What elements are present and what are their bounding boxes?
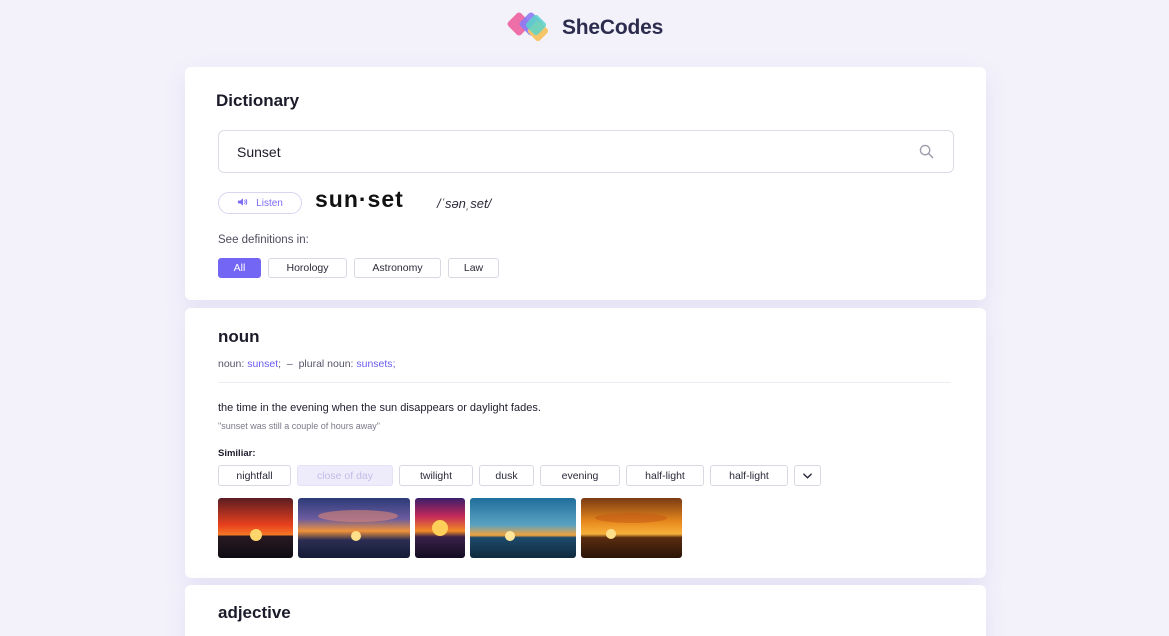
- synonym-chip[interactable]: half-light: [710, 465, 788, 486]
- speaker-icon: [237, 197, 248, 210]
- filter-all[interactable]: All: [218, 258, 261, 278]
- phonetic: /ˈsənˌset/: [437, 196, 492, 211]
- adjective-card: adjective: [185, 585, 986, 636]
- dictionary-card: Dictionary Listen sun·set /ˈsənˌset/ See…: [185, 67, 986, 300]
- divider: [218, 382, 951, 383]
- listen-button[interactable]: Listen: [218, 192, 302, 214]
- headword: sun·set: [315, 186, 404, 212]
- forms-end: ;: [392, 358, 396, 370]
- logo-icon: [506, 9, 556, 47]
- sunset-image-1[interactable]: [218, 498, 293, 558]
- synonym-chip[interactable]: nightfall: [218, 465, 291, 486]
- synonym-chip[interactable]: close of day: [297, 465, 393, 486]
- filter-horology[interactable]: Horology: [268, 258, 347, 278]
- part-of-speech-title: adjective: [218, 603, 291, 622]
- show-more-button[interactable]: [794, 465, 821, 486]
- sunset-image-4[interactable]: [470, 498, 576, 558]
- part-of-speech-title: noun: [218, 327, 260, 346]
- search-icon[interactable]: [917, 143, 935, 161]
- synonym-chip[interactable]: evening: [540, 465, 620, 486]
- similar-label: Similiar:: [218, 448, 256, 459]
- filter-astronomy[interactable]: Astronomy: [354, 258, 441, 278]
- filter-law[interactable]: Law: [448, 258, 499, 278]
- plural-link[interactable]: sunsets: [356, 358, 392, 370]
- plural-label: plural noun:: [298, 358, 354, 370]
- similar-words: nightfall close of day twilight dusk eve…: [218, 465, 821, 486]
- sunset-image-3[interactable]: [415, 498, 465, 558]
- noun-card: noun noun: sunset; – plural noun: sunset…: [185, 308, 986, 578]
- image-gallery: [218, 498, 682, 558]
- word-forms: noun: sunset; – plural noun: sunsets;: [218, 358, 395, 370]
- forms-separator: ; –: [278, 358, 299, 370]
- definition-text: the time in the evening when the sun dis…: [218, 402, 541, 414]
- listen-label: Listen: [256, 197, 283, 209]
- noun-label: noun:: [218, 358, 245, 370]
- noun-link[interactable]: sunset: [247, 358, 278, 370]
- logo-text: SheCodes: [561, 16, 664, 39]
- example-text: "sunset was still a couple of hours away…: [218, 421, 380, 431]
- synonym-chip[interactable]: half-light: [626, 465, 704, 486]
- sunset-image-5[interactable]: [581, 498, 682, 558]
- header: SheCodes: [0, 8, 1169, 48]
- sunset-image-2[interactable]: [298, 498, 410, 558]
- synonym-chip[interactable]: dusk: [479, 465, 534, 486]
- search-input[interactable]: [237, 143, 917, 160]
- search-box: [218, 130, 954, 173]
- page-title: Dictionary: [216, 91, 300, 110]
- chevron-down-icon: [803, 470, 812, 482]
- definition-filters: All Horology Astronomy Law: [218, 258, 499, 278]
- see-definitions-label: See definitions in:: [218, 234, 309, 246]
- synonym-chip[interactable]: twilight: [399, 465, 473, 486]
